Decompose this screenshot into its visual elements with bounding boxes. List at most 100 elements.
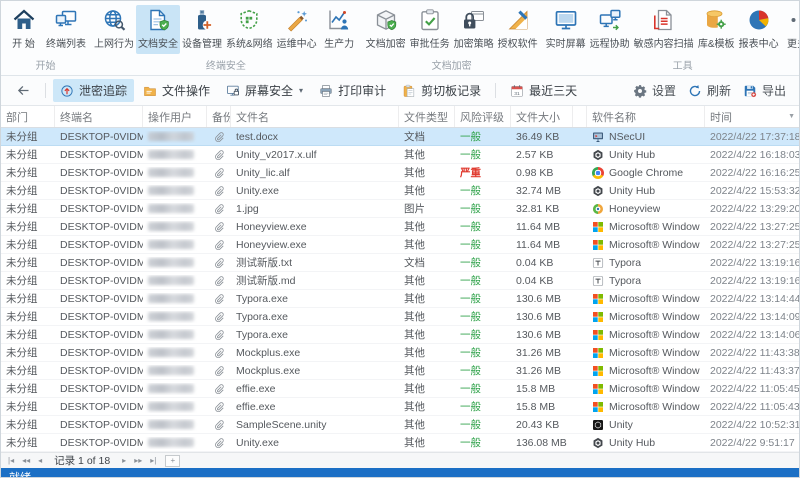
toolbar-button-label: 屏幕安全	[245, 84, 294, 98]
cell-backup[interactable]	[207, 257, 231, 269]
column-header-file[interactable]: 文件名	[231, 106, 399, 127]
library-template-icon	[704, 8, 728, 32]
table-row[interactable]: 未分组 DESKTOP-0VIDMDJ Typora.exe 其他 一般 130.6 MB…	[1, 308, 799, 326]
column-header-dept[interactable]: 部门	[1, 106, 55, 127]
toolbar-button-export[interactable]: 导出	[738, 79, 791, 102]
cell-backup[interactable]	[207, 347, 231, 359]
cell-backup[interactable]	[207, 131, 231, 143]
nav-next-page-button[interactable]: ▸▸	[132, 456, 144, 465]
column-header-type[interactable]: 文件类型	[399, 106, 455, 127]
ribbon-item-remote-assist[interactable]: 远程协助	[588, 5, 632, 54]
back-button[interactable]	[9, 80, 38, 101]
column-header-backup[interactable]: 备份	[207, 106, 231, 127]
cell-backup[interactable]	[207, 293, 231, 305]
ribbon-item-productivity[interactable]: 生产力	[319, 5, 360, 54]
table-row[interactable]: 未分组 DESKTOP-0VIDMDJ Typora.exe 其他 一般 130.6 MB…	[1, 290, 799, 308]
cell-backup[interactable]	[207, 203, 231, 215]
table-row[interactable]: 未分组 DESKTOP-0VIDMDJ 1.jpg 图片 一般 32.81 KB Honey…	[1, 200, 799, 218]
toolbar-button-file-ops[interactable]: 文件操作	[136, 79, 217, 102]
cell-backup[interactable]	[207, 437, 231, 449]
table-row[interactable]: 未分组 DESKTOP-0VIDMDJ Unity_v2017.x.ulf 其他 一般 2…	[1, 146, 799, 164]
cell-time: 2022/4/22 13:14:44	[705, 293, 799, 305]
table-row[interactable]: 未分组 DESKTOP-0VIDMDJ 测试新版.md 其他 一般 0.04 KB Typo…	[1, 272, 799, 290]
cell-backup[interactable]	[207, 149, 231, 161]
column-header-terminal[interactable]: 终端名	[55, 106, 143, 127]
ribbon-item-terminal-list[interactable]: 终端列表	[44, 5, 88, 54]
cell-backup[interactable]	[207, 311, 231, 323]
table-row[interactable]: 未分组 DESKTOP-0VIDMDJ 测试新版.txt 文档 一般 0.04 KB Typ…	[1, 254, 799, 272]
column-header-time[interactable]: 时间 ▼	[705, 106, 799, 127]
nav-prev-button[interactable]: ◂	[36, 456, 44, 465]
table-row[interactable]: 未分组 DESKTOP-0VIDMDJ Typora.exe 其他 一般 130.6 MB…	[1, 326, 799, 344]
ribbon-item-authorized-software[interactable]: 授权软件	[496, 5, 540, 54]
ribbon-item-doc-encrypt[interactable]: 文档加密	[364, 5, 408, 54]
ribbon-item-live-screen[interactable]: 实时屏幕	[544, 5, 588, 54]
cell-backup[interactable]	[207, 401, 231, 413]
filter-dropdown-icon[interactable]: ▼	[788, 113, 795, 120]
cell-backup[interactable]	[207, 239, 231, 251]
toolbar-button-gear-small[interactable]: 设置	[628, 79, 681, 102]
ribbon-item-home[interactable]: 开 始	[3, 5, 44, 54]
column-header-spacer[interactable]	[573, 106, 587, 127]
ribbon-item-device-mgmt[interactable]: 设备管理	[180, 5, 224, 54]
nav-next-button[interactable]: ▸	[120, 456, 128, 465]
cell-backup[interactable]	[207, 365, 231, 377]
ribbon-item-doc-security[interactable]: 文档安全	[136, 5, 180, 54]
column-header-user[interactable]: 操作用户	[143, 106, 207, 127]
table-row[interactable]: 未分组 DESKTOP-0VIDMDJ Mockplus.exe 其他 一般 31.26 …	[1, 362, 799, 380]
column-header-app[interactable]: 软件名称	[587, 106, 705, 127]
ribbon-item-system-network[interactable]: 系统&网络	[224, 5, 275, 54]
ribbon-item-label: 报表中心	[738, 39, 779, 50]
table-row[interactable]: 未分组 DESKTOP-0VIDMDJ effie.exe 其他 一般 15.8 MB Mi…	[1, 380, 799, 398]
table-row[interactable]: 未分组 DESKTOP-0VIDMDJ Mockplus.exe 其他 一般 31.26 …	[1, 344, 799, 362]
column-header-label: 部门	[6, 111, 28, 124]
cell-filetype: 文档	[404, 131, 425, 143]
cell-time: 2022/4/22 13:27:25	[705, 221, 799, 233]
ribbon-item-web-behavior[interactable]: 上网行为	[92, 5, 136, 54]
cell-app: Unity Hub	[587, 437, 705, 449]
nav-first-button[interactable]: |◂	[6, 456, 16, 465]
ribbon-item-more[interactable]: 更多...	[781, 5, 799, 54]
table-row[interactable]: 未分组 DESKTOP-0VIDMDJ SampleScene.unity 其他 一般 2…	[1, 416, 799, 434]
cell-user-redacted	[143, 311, 207, 323]
cell-backup[interactable]	[207, 275, 231, 287]
nav-prev-page-button[interactable]: ◂◂	[20, 456, 32, 465]
column-header-risk[interactable]: 风险评级	[455, 106, 511, 127]
cell-filename: test.docx	[236, 130, 279, 143]
table-row[interactable]: 未分组 DESKTOP-0VIDMDJ Unity.exe 其他 一般 32.74 MB U…	[1, 182, 799, 200]
cell-backup[interactable]	[207, 185, 231, 197]
ribbon-item-library-template[interactable]: 库&模板	[696, 5, 737, 54]
ribbon-item-approval-tasks[interactable]: 审批任务	[408, 5, 452, 54]
cell-backup[interactable]	[207, 329, 231, 341]
ribbon-item-encrypt-policy[interactable]: 加密策略	[452, 5, 496, 54]
toolbar-button-print-audit[interactable]: 打印审计	[312, 79, 393, 102]
table-row[interactable]: 未分组 DESKTOP-0VIDMDJ Honeyview.exe 其他 一般 11.64…	[1, 236, 799, 254]
cell-dept: 未分组	[6, 185, 38, 197]
paperclip-icon	[213, 131, 225, 143]
table-row[interactable]: 未分组 DESKTOP-0VIDMDJ Honeyview.exe 其他 一般 11.64…	[1, 218, 799, 236]
table-row[interactable]: 未分组 DESKTOP-0VIDMDJ Unity_lic.alf 其他 严重 0.98 …	[1, 164, 799, 182]
nav-extra-button[interactable]: +	[165, 454, 181, 467]
ribbon-item-label: 库&模板	[697, 39, 735, 50]
ribbon-group-items: 上网行为 文档安全 设备管理 系统&网络 运维中心 生产力	[92, 1, 360, 57]
nav-last-button[interactable]: ▸|	[148, 456, 158, 465]
ribbon-item-ops-center[interactable]: 运维中心	[275, 5, 319, 54]
cell-backup[interactable]	[207, 221, 231, 233]
redacted-text	[148, 312, 194, 322]
cell-backup[interactable]	[207, 167, 231, 179]
cell-backup[interactable]	[207, 419, 231, 431]
table-row[interactable]: 未分组 DESKTOP-0VIDMDJ Unity.exe 其他 一般 136.08 MB…	[1, 434, 799, 452]
table-row[interactable]: 未分组 DESKTOP-0VIDMDJ test.docx 文档 一般 36.49 KB N…	[1, 128, 799, 146]
table-row[interactable]: 未分组 DESKTOP-0VIDMDJ effie.exe 其他 一般 15.8 MB Mi…	[1, 398, 799, 416]
cell-backup[interactable]	[207, 383, 231, 395]
toolbar-button-calendar[interactable]: 31 最近三天	[503, 79, 584, 102]
column-header-size[interactable]: 文件大小	[511, 106, 573, 127]
toolbar-button-screen-security[interactable]: 屏幕安全 ▾	[219, 79, 310, 102]
cell-app: Microsoft® Windows® Oper...	[587, 365, 705, 377]
toolbar-button-leak-trace[interactable]: 泄密追踪	[53, 79, 135, 102]
ribbon-item-sensitive-scan[interactable]: 敏感内容扫描	[632, 5, 696, 54]
ribbon-item-report-center[interactable]: 报表中心	[737, 5, 781, 54]
toolbar-button-refresh[interactable]: 刷新	[683, 79, 736, 102]
toolbar-button-clipboard-record[interactable]: 剪切板记录	[395, 79, 488, 102]
cell-filesize: 130.6 MB	[516, 328, 561, 341]
